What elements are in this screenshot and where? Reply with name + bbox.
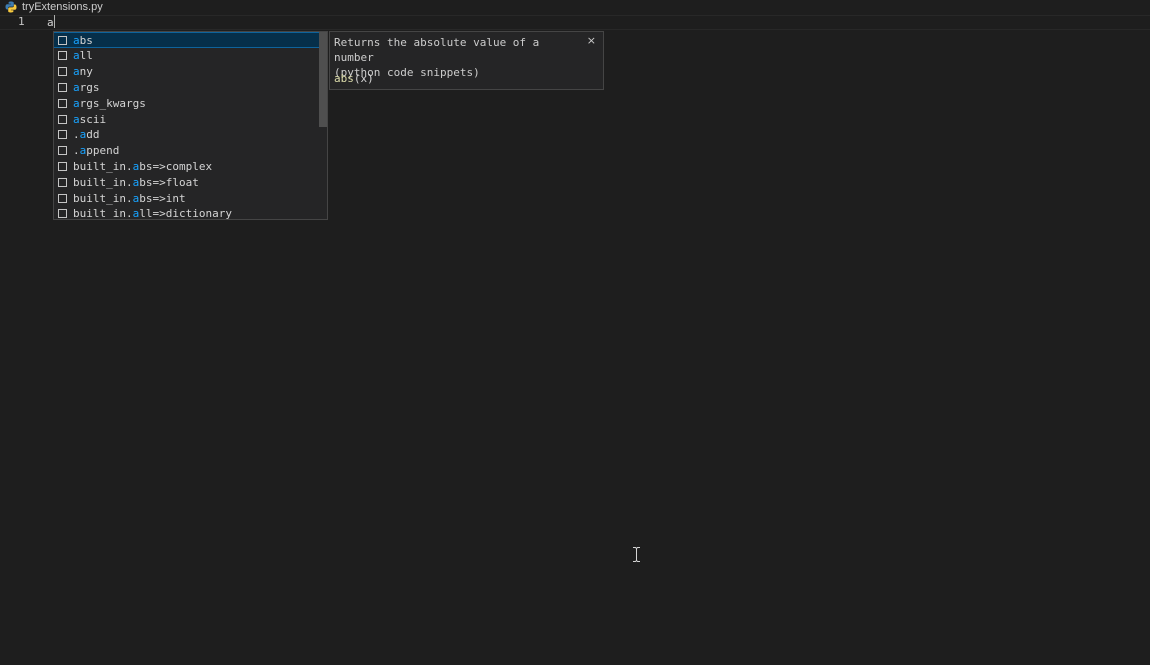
- suggestion-item[interactable]: built_in.abs=>float: [54, 174, 320, 190]
- suggestion-scrollbar-thumb[interactable]: [319, 32, 327, 127]
- suggestion-item[interactable]: any: [54, 64, 320, 80]
- suggestion-item[interactable]: args_kwargs: [54, 95, 320, 111]
- suggestion-rest: ll: [79, 49, 93, 63]
- suggestion-rest: dd: [86, 128, 100, 142]
- python-file-icon: [5, 1, 17, 13]
- suggestion-rest: bs=>float: [139, 175, 199, 189]
- suggestion-match: a: [73, 49, 80, 63]
- suggestion-label: args_kwargs: [73, 97, 146, 110]
- suggestion-label: any: [73, 65, 93, 78]
- suggestion-item[interactable]: .add: [54, 127, 320, 143]
- suggestion-prefix: built_in.: [73, 191, 133, 205]
- snippet-icon: [58, 67, 67, 77]
- suggestion-item[interactable]: built_in.abs=>complex: [54, 158, 320, 174]
- suggestion-item[interactable]: built_in.abs=>int: [54, 190, 320, 206]
- snippet-icon: [58, 35, 67, 45]
- suggestion-prefix: built_in.: [73, 207, 133, 220]
- suggestion-match: a: [73, 33, 80, 47]
- snippet-icon: [58, 82, 67, 92]
- suggestion-rest: ll=>dictionary: [139, 207, 232, 220]
- suggestion-scrollbar[interactable]: [319, 32, 327, 219]
- suggestion-rest: bs: [79, 33, 93, 47]
- snippet-icon: [58, 161, 67, 171]
- suggestion-item[interactable]: all: [54, 48, 320, 64]
- suggestion-label: .append: [73, 144, 119, 157]
- suggestion-item[interactable]: .append: [54, 143, 320, 159]
- suggestion-label: built_in.abs=>float: [73, 176, 199, 189]
- suggestion-label: built_in.abs=>complex: [73, 160, 212, 173]
- code-text: a: [47, 16, 54, 29]
- details-signature: abs(x): [334, 72, 374, 85]
- suggestion-item[interactable]: args: [54, 79, 320, 95]
- line-number: 1: [18, 15, 25, 28]
- ibeam-cursor-icon: [633, 547, 640, 562]
- suggestion-match: a: [73, 96, 80, 110]
- suggestion-rest: bs=>int: [139, 191, 186, 205]
- suggestion-details-panel: Returns the absolute value of a number (…: [329, 31, 604, 90]
- suggestion-item[interactable]: abs: [54, 32, 320, 48]
- file-tab-label: tryExtensions.py: [22, 1, 103, 13]
- suggestion-label: .add: [73, 128, 100, 141]
- snippet-icon: [58, 193, 67, 203]
- snippet-icon: [58, 209, 67, 219]
- close-icon[interactable]: ×: [587, 34, 596, 47]
- suggestion-rest: ppend: [86, 144, 120, 158]
- suggestion-label: built_in.all=>dictionary: [73, 207, 232, 220]
- suggestion-label: args: [73, 81, 100, 94]
- suggestion-prefix: built_in.: [73, 175, 133, 189]
- suggestion-label: all: [73, 49, 93, 62]
- snippet-icon: [58, 114, 67, 124]
- suggestion-widget[interactable]: abs all any args args_kwargs ascii .add .append…: [53, 31, 328, 220]
- snippet-icon: [58, 130, 67, 140]
- suggestion-rest: scii: [79, 112, 107, 126]
- suggestion-prefix: .: [73, 144, 80, 158]
- suggestion-rest: ny: [79, 65, 93, 79]
- suggestion-prefix: built_in.: [73, 159, 133, 173]
- suggestion-rest: bs=>complex: [139, 159, 213, 173]
- suggestion-rest: rgs: [79, 80, 100, 94]
- file-tab[interactable]: tryExtensions.py: [0, 0, 1150, 14]
- suggestion-label: built_in.abs=>int: [73, 192, 186, 205]
- suggestion-match: a: [73, 112, 80, 126]
- suggestion-match: a: [73, 80, 80, 94]
- snippet-icon: [58, 146, 67, 156]
- text-cursor: [53, 15, 55, 28]
- suggestion-match: a: [73, 65, 80, 79]
- code-editor[interactable]: tryExtensions.py 1 a abs all any args args_k…: [0, 0, 1150, 665]
- code-line[interactable]: a: [47, 15, 55, 30]
- suggestion-label: ascii: [73, 113, 106, 126]
- suggestion-prefix: .: [73, 128, 80, 142]
- snippet-icon: [58, 177, 67, 187]
- suggestion-item[interactable]: ascii: [54, 111, 320, 127]
- snippet-icon: [58, 98, 67, 108]
- details-doc-line: Returns the absolute value of a number: [334, 36, 540, 64]
- signature-name: abs: [334, 72, 354, 85]
- signature-args: (x): [353, 72, 374, 85]
- suggestion-label: abs: [73, 34, 93, 47]
- suggestion-item[interactable]: built_in.all=>dictionary: [54, 206, 320, 220]
- current-line-highlight: [0, 15, 1150, 30]
- snippet-icon: [58, 51, 67, 61]
- suggestion-rest: rgs_kwargs: [79, 96, 146, 110]
